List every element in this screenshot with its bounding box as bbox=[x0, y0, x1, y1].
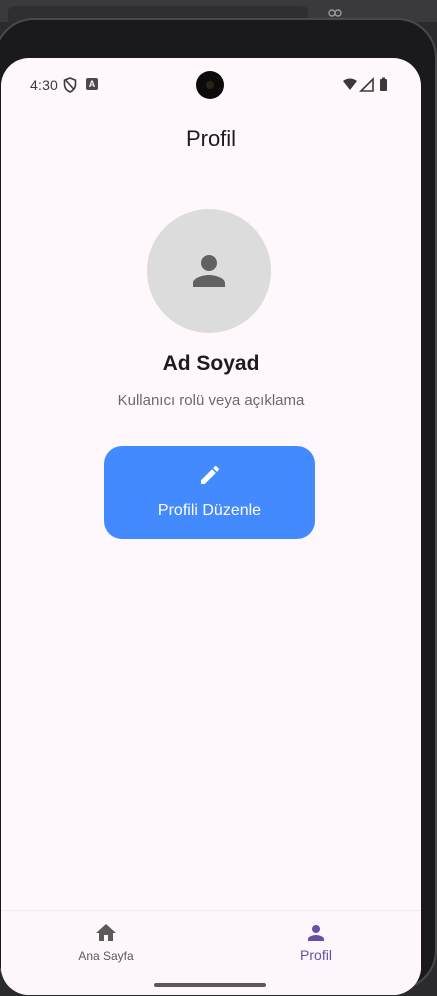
device-frame: 4:30 A Profil Ad Soyad Kullanıcı rolü ve… bbox=[0, 18, 437, 995]
edit-profile-button[interactable]: Profili Düzenle bbox=[104, 446, 315, 539]
bottom-navigation: Ana Sayfa Profil bbox=[1, 910, 421, 995]
edit-profile-label: Profili Düzenle bbox=[157, 502, 262, 519]
cellular-signal-icon bbox=[359, 77, 374, 92]
page-title: Profil bbox=[185, 126, 237, 151]
shield-icon bbox=[63, 77, 77, 93]
nav-label-home: Ana Sayfa bbox=[78, 949, 134, 963]
pencil-icon bbox=[201, 465, 220, 484]
a-badge-icon: A bbox=[86, 78, 98, 90]
home-gesture-bar[interactable] bbox=[154, 983, 266, 987]
host-extension-icon bbox=[328, 8, 344, 18]
nav-item-profile[interactable]: Profil bbox=[211, 911, 421, 973]
person-icon bbox=[193, 255, 225, 287]
home-icon bbox=[96, 924, 116, 941]
person-icon bbox=[308, 925, 324, 941]
wifi-icon bbox=[343, 78, 357, 90]
avatar bbox=[147, 209, 271, 333]
status-icons bbox=[339, 77, 399, 93]
status-bar: 4:30 A bbox=[1, 58, 421, 110]
profile-description: Kullanıcı rolü veya açıklama bbox=[117, 392, 305, 409]
status-time: 4:30 bbox=[30, 77, 59, 93]
battery-icon bbox=[380, 77, 387, 91]
profile-name: Ad Soyad bbox=[162, 352, 260, 375]
nav-item-home[interactable]: Ana Sayfa bbox=[1, 911, 211, 973]
phone-screen: 4:30 A Profil Ad Soyad Kullanıcı rolü ve… bbox=[1, 58, 421, 995]
nav-label-profile: Profil bbox=[300, 947, 332, 963]
front-camera bbox=[196, 71, 224, 99]
